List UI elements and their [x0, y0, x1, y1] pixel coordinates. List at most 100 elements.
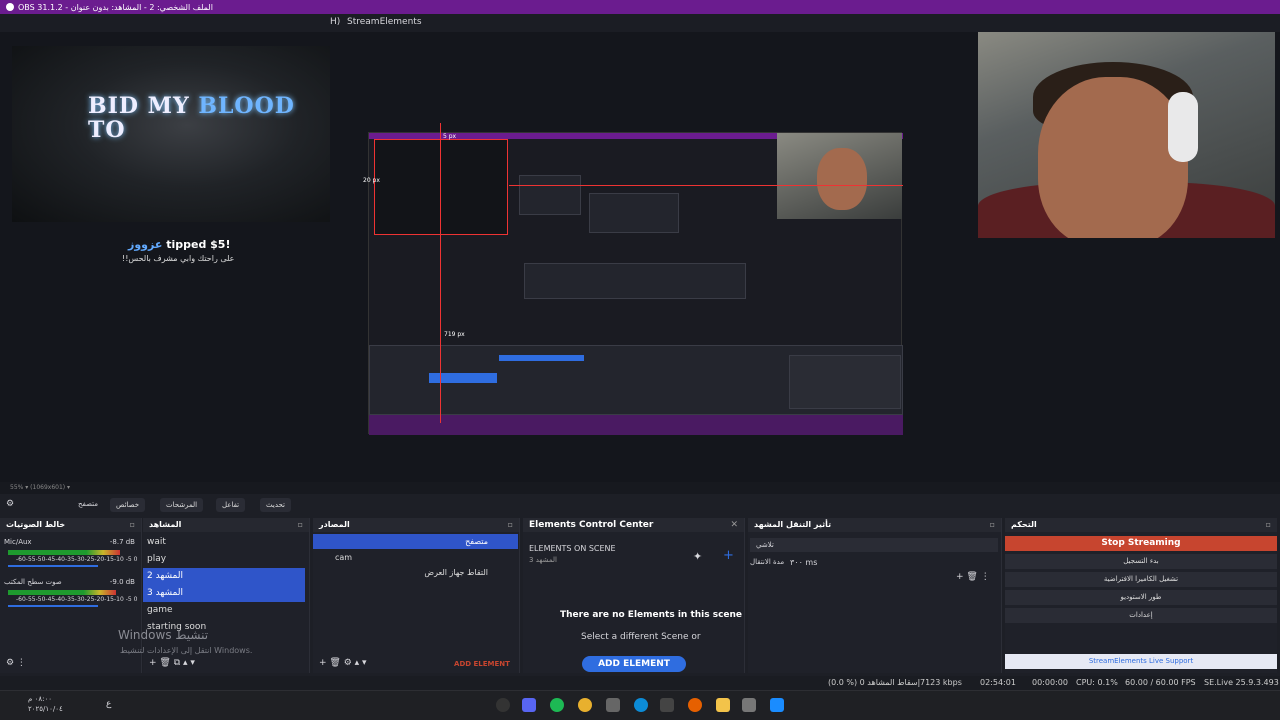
menu-item-streamelements[interactable]: StreamElements: [347, 17, 422, 27]
elements-scene-name: المشهد 3: [529, 556, 557, 564]
sources-dock: المصادر ▫ متصفح cam التقاط جهاز العرض + 🗑…: [313, 518, 520, 673]
nested-camera: [777, 133, 902, 219]
se-version: SE.Live 25.9.3.493: [1204, 678, 1279, 687]
transitions-title: تأثير التنقل المشهد ▫: [748, 518, 1001, 532]
nested-video-box: [374, 139, 508, 235]
px-label-top: 5 px: [443, 133, 457, 140]
obs-taskbar-icon[interactable]: [496, 698, 510, 712]
app-icon[interactable]: [606, 698, 620, 712]
cpu-usage: CPU: 0.1%: [1076, 678, 1118, 687]
transition-select[interactable]: تلاشي: [750, 538, 998, 552]
zoom-bar[interactable]: 55% ▾ (1069x601) ▾: [0, 482, 1280, 494]
elements-dock: Elements Control Center ✕ ELEMENTS ON SCE…: [523, 518, 745, 673]
taskbar-date: ٢٠٢٥/١٠/٠٤: [28, 705, 63, 713]
windows-start-icon[interactable]: [770, 698, 784, 712]
scene-item[interactable]: wait: [143, 534, 305, 551]
edge-icon[interactable]: [634, 698, 648, 712]
audio-mixer-title: خالط الصوتيات ▫: [0, 518, 141, 532]
tip-message: !!على راحتك وابي مشرف بالحس: [122, 254, 235, 263]
mixer-channel-name: صوت سطح المكتب: [4, 578, 62, 586]
no-elements-text: There are no Elements in this scene: [560, 610, 743, 620]
add-element-button[interactable]: ADD ELEMENT: [582, 656, 686, 672]
studio-mode-button[interactable]: طور الاستوديو: [1005, 590, 1277, 605]
source-item[interactable]: cam: [313, 550, 518, 565]
settings-button[interactable]: إعدادات: [1005, 608, 1277, 623]
volume-meter: [8, 550, 120, 555]
scenes-title: المشاهد ▫: [143, 518, 309, 532]
menu-bar: H) StreamElements: [0, 14, 1280, 32]
sources-title: المصادر ▫: [313, 518, 519, 532]
virtual-camera-button[interactable]: تشغيل الكاميرا الافتراضية: [1005, 572, 1277, 587]
volume-slider[interactable]: [8, 605, 98, 607]
browser-source-label: متصفح: [78, 500, 98, 508]
px-label-left: 20 px: [363, 177, 380, 184]
fps: 60.00 / 60.00 FPS: [1125, 678, 1196, 687]
menu-item-h[interactable]: H): [330, 17, 340, 27]
live-time: 02:54:01: [980, 678, 1016, 687]
volume-meter: [8, 590, 116, 595]
transitions-dock: تأثير التنقل المشهد ▫ تلاشي مدة الانتقال …: [748, 518, 1002, 673]
controls-dock: التحكم ▫ Stop Streaming بدء التسجيل تشغيل…: [1005, 518, 1277, 673]
source-toolbar: ⚙ متصفح خصائص المرشحات تفاعل تحديث: [0, 496, 1280, 514]
scene-item[interactable]: game: [143, 602, 305, 619]
px-label-bottom: 719 px: [444, 331, 465, 338]
sparkle-icon[interactable]: ✦: [693, 550, 702, 563]
display-capture-source[interactable]: 5 px 20 px 719 px: [363, 123, 903, 435]
properties-button[interactable]: خصائص: [110, 498, 146, 512]
scene-add-icon[interactable]: + 🗑 ⧉ ▴ ▾: [149, 658, 195, 668]
meter-scale: -60-55-50-45-40-35-30-25-20-15-10 -5 0: [16, 556, 138, 563]
mixer-channel-db: -9.0 dB: [109, 578, 135, 586]
elements-on-scene-label: ELEMENTS ON SCENE: [529, 544, 616, 553]
volume-slider[interactable]: [8, 565, 98, 567]
bitrate: 7123 kbps: [920, 678, 962, 687]
refresh-button[interactable]: تحديث: [260, 498, 291, 512]
language-indicator[interactable]: ع: [106, 699, 111, 709]
gear-icon[interactable]: ⚙: [6, 499, 14, 509]
scene-item[interactable]: المشهد 3: [143, 585, 305, 602]
activation-watermark: Windows تنشيط: [118, 628, 209, 642]
rec-time: 00:00:00: [1032, 678, 1068, 687]
window-title: OBS 31.1.2 - الملف الشخصي: 2 - المشاهد: …: [18, 2, 213, 12]
webcam-source[interactable]: [978, 32, 1275, 238]
chrome-icon[interactable]: [578, 698, 592, 712]
plus-icon[interactable]: +: [723, 548, 734, 563]
window-title-bar: OBS 31.1.2 - الملف الشخصي: 2 - المشاهد: …: [0, 0, 1280, 14]
scene-item[interactable]: play: [143, 551, 305, 568]
start-recording-button[interactable]: بدء التسجيل: [1005, 554, 1277, 569]
controls-title: التحكم ▫: [1005, 518, 1277, 532]
duration-input[interactable]: ٣٠٠ ms: [790, 558, 817, 567]
source-item[interactable]: متصفح: [313, 534, 518, 549]
dropped-frames: (0.0 %) 0 إسقاط المشاهد: [828, 678, 920, 687]
overlay-title: BID MY BLOOD TO: [88, 93, 295, 143]
mixer-menu-icon[interactable]: ⚙ ⋮: [6, 658, 26, 668]
mixer-channel-db: -8.7 dB: [109, 538, 135, 546]
clapper-icon[interactable]: [660, 698, 674, 712]
nested-taskbar: [369, 415, 903, 435]
firefox-icon[interactable]: [688, 698, 702, 712]
elements-hint: Select a different Scene or: [581, 632, 701, 642]
source-add-icon[interactable]: + 🗑 ⚙ ▴ ▾: [319, 658, 367, 668]
stop-streaming-button[interactable]: Stop Streaming: [1005, 536, 1277, 551]
preview-canvas[interactable]: BID MY BLOOD TO عزووز tipped $5! !!على ر…: [0, 32, 1280, 482]
obs-app-icon: [6, 3, 14, 11]
status-bar: (0.0 %) 0 إسقاط المشاهد 7123 kbps 02:54:…: [0, 676, 1280, 690]
spotify-icon[interactable]: [550, 698, 564, 712]
taskbar: ٠٨:٠٠ م ٢٠٢٥/١٠/٠٤ ع: [0, 690, 1280, 720]
elements-title: Elements Control Center ✕: [523, 518, 744, 532]
add-element-small-button[interactable]: ADD ELEMENT: [449, 658, 515, 670]
game-video-source: BID MY BLOOD TO: [12, 46, 330, 222]
tip-alert: عزووز tipped $5!: [128, 238, 231, 251]
duration-label: مدة الانتقال: [750, 558, 785, 566]
live-support-button[interactable]: StreamElements Live Support: [1005, 654, 1277, 669]
folder-icon[interactable]: [716, 698, 730, 712]
transition-add-icon[interactable]: + 🗑 ⋮: [956, 572, 990, 582]
activation-watermark-hint: انتقل إلى الإعدادات لتنشيط Windows.: [120, 646, 253, 655]
discord-icon[interactable]: [522, 698, 536, 712]
scene-item[interactable]: المشهد 2: [143, 568, 305, 585]
mixer-channel-name: Mic/Aux: [4, 538, 32, 546]
interact-button[interactable]: تفاعل: [216, 498, 246, 512]
filters-button[interactable]: المرشحات: [160, 498, 204, 512]
source-item[interactable]: التقاط جهاز العرض: [313, 565, 518, 580]
taskview-icon[interactable]: [742, 698, 756, 712]
meter-scale: -60-55-50-45-40-35-30-25-20-15-10 -5 0: [16, 596, 138, 603]
